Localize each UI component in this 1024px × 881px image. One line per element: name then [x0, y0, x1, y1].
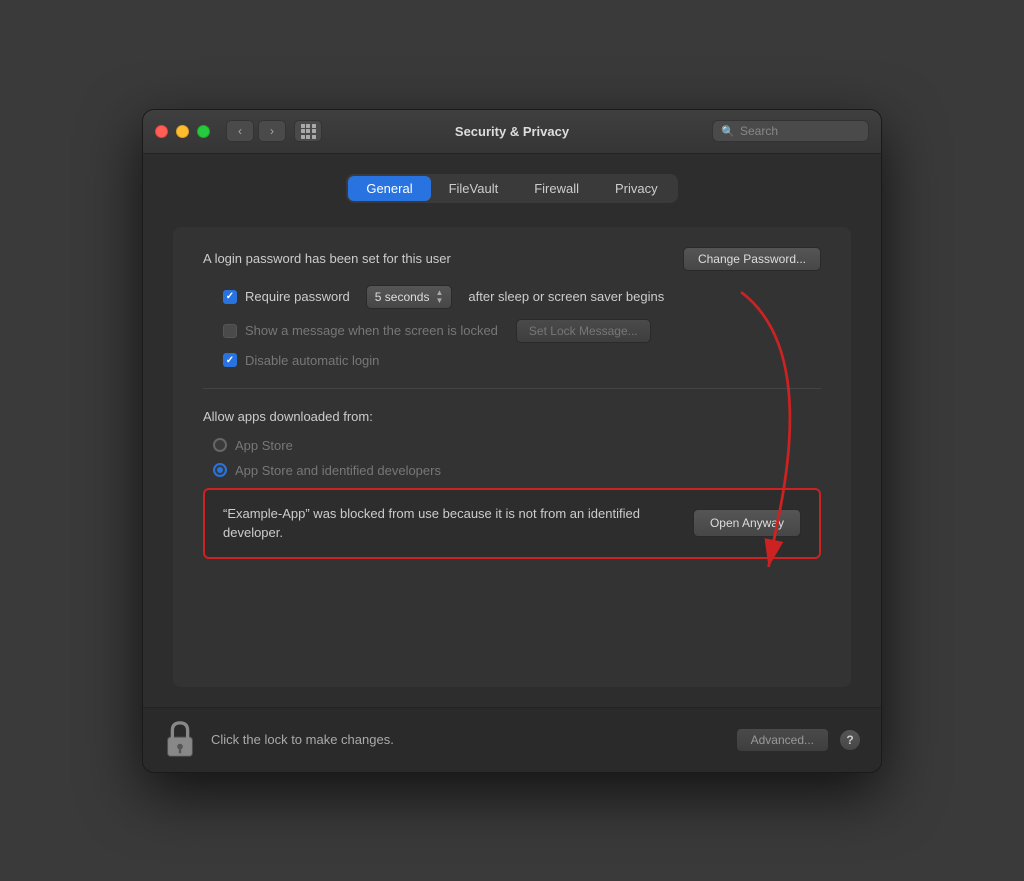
disable-autologin-row: ✓ Disable automatic login — [223, 353, 821, 368]
disable-autologin-label: Disable automatic login — [245, 353, 379, 368]
window: ‹ › Security & Privacy 🔍 General FileVau… — [142, 109, 882, 773]
app-store-label: App Store — [235, 438, 293, 453]
blocked-app-box: “Example-App” was blocked from use becau… — [203, 488, 821, 559]
minimize-button[interactable] — [176, 125, 189, 138]
tabs: General FileVault Firewall Privacy — [346, 174, 677, 203]
tab-privacy[interactable]: Privacy — [597, 176, 676, 201]
after-sleep-label: after sleep or screen saver begins — [468, 289, 664, 304]
login-password-row: A login password has been set for this u… — [203, 247, 821, 271]
bottom-right-actions: Advanced... ? — [736, 728, 861, 752]
checkmark-icon: ✓ — [226, 291, 234, 302]
traffic-lights — [155, 125, 210, 138]
require-password-label: Require password — [245, 289, 350, 304]
change-password-button[interactable]: Change Password... — [683, 247, 821, 271]
bottom-bar: Click the lock to make changes. Advanced… — [143, 707, 881, 772]
nav-buttons: ‹ › — [226, 120, 286, 142]
checkmark-icon-2: ✓ — [226, 355, 234, 366]
settings-panel: A login password has been set for this u… — [173, 227, 851, 687]
tabs-container: General FileVault Firewall Privacy — [173, 174, 851, 203]
require-password-row: ✓ Require password 5 seconds ▲ ▼ after s… — [223, 285, 821, 309]
divider — [203, 388, 821, 389]
grid-icon — [301, 124, 316, 139]
blocked-app-message: “Example-App” was blocked from use becau… — [223, 504, 693, 543]
dropdown-arrows-icon: ▲ ▼ — [435, 289, 443, 305]
help-button[interactable]: ? — [839, 729, 861, 751]
show-message-row: Show a message when the screen is locked… — [223, 319, 821, 343]
lock-icon[interactable] — [163, 720, 197, 760]
require-password-checkbox[interactable]: ✓ — [223, 290, 237, 304]
allow-apps-label: Allow apps downloaded from: — [203, 409, 821, 424]
set-lock-message-button[interactable]: Set Lock Message... — [516, 319, 651, 343]
app-store-radio-row: App Store — [213, 438, 821, 453]
app-grid-button[interactable] — [294, 120, 322, 142]
show-message-checkbox[interactable] — [223, 324, 237, 338]
back-button[interactable]: ‹ — [226, 120, 254, 142]
titlebar: ‹ › Security & Privacy 🔍 — [143, 110, 881, 154]
app-store-developers-radio[interactable] — [213, 463, 227, 477]
tab-firewall[interactable]: Firewall — [516, 176, 597, 201]
disable-autologin-checkbox[interactable]: ✓ — [223, 353, 237, 367]
tab-filevault[interactable]: FileVault — [431, 176, 517, 201]
search-box[interactable]: 🔍 — [712, 120, 869, 142]
app-store-developers-radio-row: App Store and identified developers — [213, 463, 821, 478]
password-timeout-dropdown[interactable]: 5 seconds ▲ ▼ — [366, 285, 453, 309]
search-icon: 🔍 — [721, 125, 735, 138]
close-button[interactable] — [155, 125, 168, 138]
app-store-radio[interactable] — [213, 438, 227, 452]
timeout-value: 5 seconds — [375, 290, 430, 304]
window-title: Security & Privacy — [455, 124, 569, 139]
tab-general[interactable]: General — [348, 176, 430, 201]
search-input[interactable] — [740, 124, 860, 138]
login-password-label: A login password has been set for this u… — [203, 251, 683, 266]
maximize-button[interactable] — [197, 125, 210, 138]
show-message-label: Show a message when the screen is locked — [245, 323, 498, 338]
forward-button[interactable]: › — [258, 120, 286, 142]
app-store-developers-label: App Store and identified developers — [235, 463, 441, 478]
content-area: General FileVault Firewall Privacy A log… — [143, 154, 881, 707]
lock-label: Click the lock to make changes. — [211, 732, 394, 747]
advanced-button[interactable]: Advanced... — [736, 728, 829, 752]
open-anyway-button[interactable]: Open Anyway — [693, 509, 801, 537]
